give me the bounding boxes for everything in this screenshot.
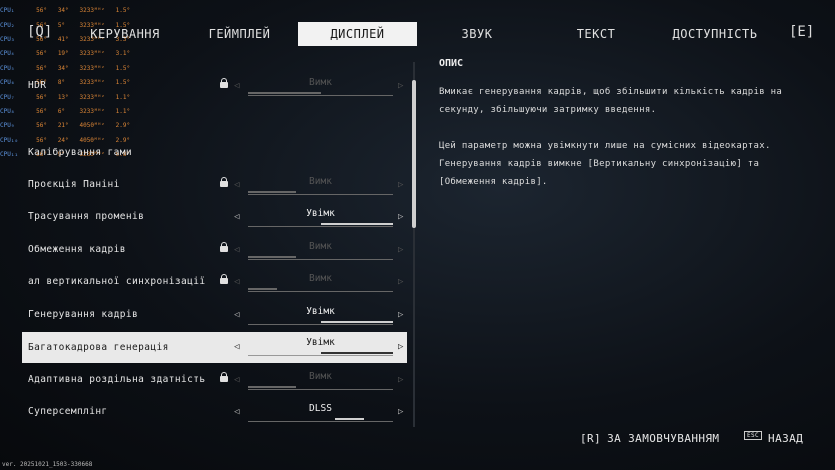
setting-value: Вимк [309,241,332,252]
setting-supersampling[interactable]: Суперсемплінг ◁ DLSS ▷ [22,398,407,426]
scrollbar-thumb[interactable] [412,80,416,228]
arrow-left-icon[interactable]: ◁ [234,81,239,91]
option-track [248,256,393,260]
lock-icon [220,274,228,286]
setting-value: Увімк [306,306,335,317]
tab-accessibility[interactable]: ДОСТУПНІСТЬ [656,22,774,46]
option-track [248,191,393,195]
description-title: ОПИС [439,58,464,69]
setting-label: Адаптивна роздільна здатність [28,374,206,385]
tab-controls[interactable]: КЕРУВАННЯ [70,22,180,46]
tab-gameplay[interactable]: ГЕЙМПЛЕЙ [182,22,297,46]
setting-label: Суперсемплінг [28,406,108,417]
setting-value: Вимк [309,77,332,88]
arrow-right-icon[interactable]: ▷ [398,180,403,190]
arrow-right-icon[interactable]: ▷ [398,81,403,91]
setting-value: Вимк [309,371,332,382]
option-indicator [335,418,364,420]
arrow-right-icon[interactable]: ▷ [398,212,403,222]
option-track [248,92,393,96]
prev-tab-key-hint[interactable]: [Q] [27,24,52,40]
description-panel: ОПИС Вмикає генерування кадрів, щоб збіл… [439,58,819,201]
description-text: Вмикає генерування кадрів, щоб збільшити… [439,87,783,115]
setting-adaptive-resolution[interactable]: Адаптивна роздільна здатність ◁ Вимк ▷ [22,366,407,394]
setting-panini-projection[interactable]: Проєкція Паніні ◁ Вимк ▷ [22,171,407,199]
setting-frame-limit[interactable]: Обмеження кадрів ◁ Вимк ▷ [22,236,407,264]
description-warning: Генерування кадрів вимкне [Вертикальну с… [439,159,760,187]
arrow-right-icon[interactable]: ▷ [398,277,403,287]
reset-defaults-label: ЗА ЗАМОВЧУВАННЯМ [607,432,720,445]
back-label: НАЗАД [768,432,804,445]
arrow-left-icon[interactable]: ◁ [234,180,239,190]
arrow-right-icon[interactable]: ▷ [398,407,403,417]
setting-value: Увімк [306,208,335,219]
lock-icon [220,372,228,384]
option-indicator [320,352,393,354]
setting-label: Багатокадрова генерація [28,342,169,353]
settings-list: HDR ◁ Вимк ▷ Проєкція Паніні ◁ Вимк ▷ Тр… [22,50,412,430]
option-indicator [320,223,393,225]
lock-icon [220,177,228,189]
option-track [248,321,393,325]
option-track [248,288,393,292]
r-key-hint: [R] [580,432,602,445]
arrow-left-icon[interactable]: ◁ [234,310,239,320]
back-button[interactable]: ESC НАЗАД [744,431,804,445]
setting-vsync[interactable]: ал вертикальної синхронізації ◁ Вимк ▷ [22,268,407,296]
arrow-left-icon[interactable]: ◁ [234,342,239,352]
option-track [248,352,393,356]
option-indicator [248,191,296,193]
setting-label: Трасування променів [28,211,145,222]
arrow-left-icon[interactable]: ◁ [234,277,239,287]
setting-value: DLSS [309,403,332,414]
setting-ray-tracing[interactable]: Трасування променів ◁ Увімк ▷ [22,203,407,231]
arrow-right-icon[interactable]: ▷ [398,375,403,385]
setting-frame-generation[interactable]: Генерування кадрів ◁ Увімк ▷ [22,301,407,329]
tab-display[interactable]: ДИСПЛЕЙ [298,22,417,46]
option-track [248,418,393,422]
esc-key-icon: ESC [744,431,763,440]
arrow-left-icon[interactable]: ◁ [234,212,239,222]
setting-label: Генерування кадрів [28,309,139,320]
setting-label: Обмеження кадрів [28,244,126,255]
option-track [248,223,393,227]
arrow-right-icon[interactable]: ▷ [398,342,403,352]
option-indicator [248,92,321,94]
option-indicator [248,256,296,258]
lock-icon [220,242,228,254]
tab-sound[interactable]: ЗВУК [418,22,536,46]
tab-text[interactable]: ТЕКСТ [537,22,655,46]
next-tab-key-hint[interactable]: [E] [789,24,814,40]
version-string: ver. 20251021_1503-330668 [2,461,93,468]
arrow-left-icon[interactable]: ◁ [234,375,239,385]
setting-label: HDR [28,80,47,91]
option-track [248,386,393,390]
setting-multi-frame-generation[interactable]: Багатокадрова генерація ◁ Увімк ▷ [22,332,407,363]
setting-value: Вимк [309,273,332,284]
option-indicator [248,288,277,290]
arrow-left-icon[interactable]: ◁ [234,245,239,255]
setting-value: Вимк [309,176,332,187]
arrow-right-icon[interactable]: ▷ [398,245,403,255]
setting-value: Увімк [306,337,335,348]
description-note: Цей параметр можна увімкнути лише на сум… [439,141,771,151]
setting-label: Проєкція Паніні [28,179,120,190]
setting-label: ал вертикальної синхронізації [28,276,206,287]
reset-defaults-button[interactable]: [R] ЗА ЗАМОВЧУВАННЯМ [580,432,719,445]
lock-icon [220,78,228,90]
option-indicator [248,386,296,388]
arrow-left-icon[interactable]: ◁ [234,407,239,417]
option-indicator [320,321,393,323]
arrow-right-icon[interactable]: ▷ [398,310,403,320]
setting-hdr[interactable]: HDR ◁ Вимк ▷ [22,72,407,100]
